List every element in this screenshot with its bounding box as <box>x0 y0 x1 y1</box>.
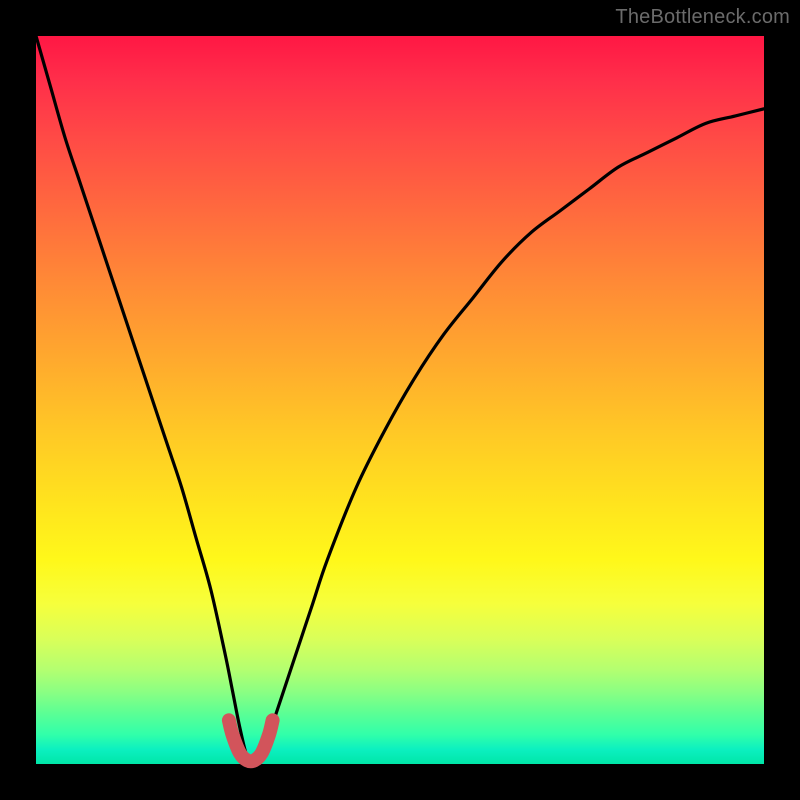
bottleneck-curve <box>36 36 764 764</box>
optimal-region-highlight <box>229 720 273 761</box>
watermark-text: TheBottleneck.com <box>615 6 790 29</box>
curve-layer <box>36 36 764 764</box>
chart-frame: TheBottleneck.com <box>0 0 800 800</box>
plot-area <box>36 36 764 764</box>
